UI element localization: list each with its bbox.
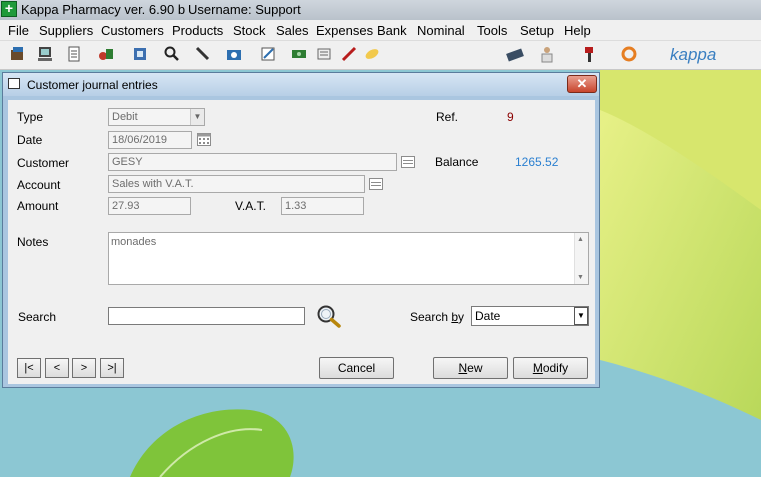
users-icon[interactable] (538, 45, 556, 63)
new-button-accel: N (458, 361, 468, 375)
kappa-logo: kappa (670, 45, 717, 64)
menu-bank[interactable]: Bank (377, 23, 407, 38)
suppliers-icon[interactable] (9, 45, 27, 63)
amount-value: 27.93 (112, 200, 140, 212)
camera-icon[interactable] (225, 45, 243, 63)
menu-bar: File Suppliers Customers Products Stock … (0, 20, 761, 41)
date-field[interactable]: 18/06/2019 (108, 131, 192, 149)
chevron-down-icon[interactable]: ▼ (574, 307, 588, 325)
customer-label: Customer (17, 156, 70, 170)
first-record-button[interactable]: |< (17, 358, 41, 378)
date-value: 18/06/2019 (112, 134, 168, 146)
dialog-title-bar[interactable]: Customer journal entries ✕ (3, 73, 599, 96)
vat-value: 1.33 (285, 200, 307, 212)
notes-scrollbar[interactable]: ▲ ▼ (574, 233, 588, 284)
username-label: Username: Support (188, 2, 301, 17)
search-by-select[interactable]: Date ▼ (471, 306, 589, 326)
search-by-value: Date (475, 309, 501, 323)
date-label: Date (17, 133, 43, 147)
app-title-bar: + Kappa Pharmacy ver. 6.90 b Username: S… (0, 0, 761, 21)
amount-field[interactable]: 27.93 (108, 197, 191, 215)
modify-button[interactable]: Modify (513, 357, 588, 379)
scroll-down-icon[interactable]: ▼ (577, 274, 584, 281)
modify-button-label: odify (542, 361, 569, 375)
document-icon[interactable] (65, 45, 83, 63)
search-input[interactable] (108, 307, 305, 325)
calendar-icon[interactable] (197, 133, 211, 146)
notes-label: Notes (17, 235, 49, 249)
account-value: Sales with V.A.T. (112, 178, 194, 190)
close-button[interactable]: ✕ (567, 75, 597, 93)
search-label: Search (18, 310, 57, 324)
type-select[interactable]: Debit ▼ (108, 108, 205, 126)
products-icon[interactable] (97, 45, 115, 63)
type-label: Type (17, 110, 44, 124)
menu-products[interactable]: Products (172, 23, 223, 38)
menu-stock[interactable]: Stock (233, 23, 266, 38)
card-reader-icon[interactable] (506, 45, 524, 63)
modify-button-accel: M (532, 361, 543, 375)
edit-icon[interactable] (259, 45, 277, 63)
menu-expenses[interactable]: Expenses (316, 23, 373, 38)
next-record-button[interactable]: > (72, 358, 96, 378)
balance-label: Balance (435, 155, 479, 169)
account-field[interactable]: Sales with V.A.T. (108, 175, 365, 193)
syringe-icon[interactable] (340, 45, 358, 63)
menu-help[interactable]: Help (564, 23, 591, 38)
account-label: Account (17, 178, 61, 192)
new-button[interactable]: New (433, 357, 508, 379)
cancel-button[interactable]: Cancel (319, 357, 394, 379)
menu-file[interactable]: File (8, 23, 29, 38)
menu-sales[interactable]: Sales (276, 23, 309, 38)
magnifier-search-icon[interactable] (315, 304, 343, 328)
dialog-title: Customer journal entries (27, 78, 158, 92)
menu-setup[interactable]: Setup (520, 23, 554, 38)
customer-list-icon[interactable] (401, 156, 415, 168)
menu-tools[interactable]: Tools (477, 23, 507, 38)
drill-icon[interactable] (580, 45, 598, 63)
type-value: Debit (112, 111, 138, 123)
customer-journal-dialog: Customer journal entries ✕ Type Debit ▼ … (2, 72, 600, 388)
notes-textarea[interactable]: monades ▲ ▼ (108, 232, 589, 285)
vat-label: V.A.T. (235, 199, 266, 213)
notes-value: monades (111, 236, 157, 248)
menu-suppliers[interactable]: Suppliers (39, 23, 93, 38)
toolbar: kappa (0, 41, 761, 70)
scroll-up-icon[interactable]: ▲ (577, 236, 584, 243)
prev-record-button[interactable]: < (45, 358, 69, 378)
stock-icon[interactable] (131, 45, 149, 63)
new-button-label: ew (467, 361, 483, 375)
chevron-down-icon[interactable]: ▼ (190, 109, 204, 125)
menu-customers[interactable]: Customers (101, 23, 164, 38)
balance-value: 1265.52 (515, 155, 559, 169)
app-title: Kappa Pharmacy ver. 6.90 b (21, 2, 186, 17)
last-record-button[interactable]: >| (100, 358, 124, 378)
sync-icon[interactable] (620, 45, 638, 63)
list-icon[interactable] (315, 45, 333, 63)
account-list-icon[interactable] (369, 178, 383, 190)
customer-field[interactable]: GESY (108, 153, 397, 171)
search-by-label-pre: Search (410, 310, 452, 324)
search-by-label: Search by (410, 310, 464, 324)
pharmacy-cross-icon: + (1, 1, 17, 17)
menu-nominal[interactable]: Nominal (417, 23, 465, 38)
customer-value: GESY (112, 156, 143, 168)
pills-icon[interactable] (363, 45, 381, 63)
search-icon[interactable] (163, 45, 181, 63)
ref-label: Ref. (436, 110, 459, 124)
pen-icon[interactable] (194, 45, 212, 63)
search-by-label-post: y (458, 310, 465, 324)
cash-icon[interactable] (290, 45, 308, 63)
window-icon (8, 78, 20, 89)
vat-field[interactable]: 1.33 (281, 197, 364, 215)
amount-label: Amount (17, 199, 59, 213)
dialog-body: Type Debit ▼ Ref. 9 Date 18/06/2019 Cust… (8, 100, 595, 384)
computer-icon[interactable] (36, 45, 54, 63)
ref-value: 9 (507, 110, 514, 124)
